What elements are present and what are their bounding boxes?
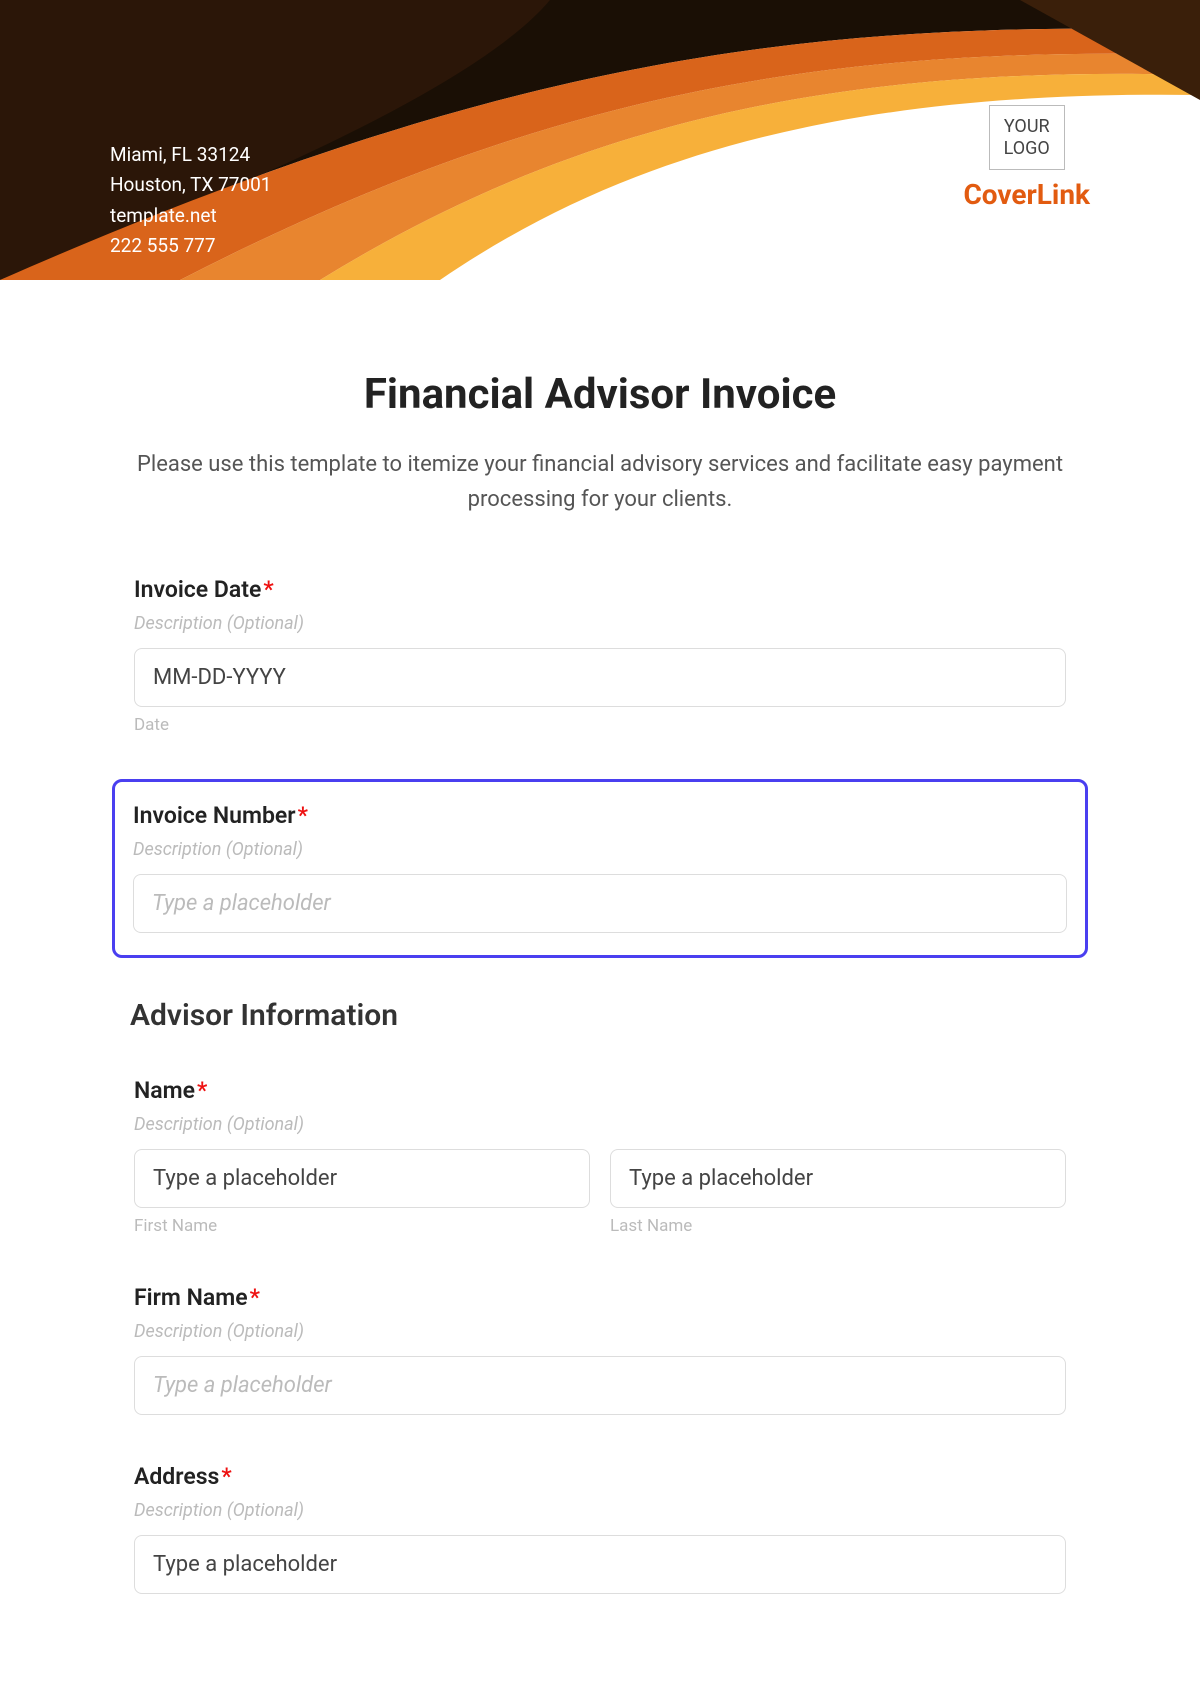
date-input[interactable]: MM-DD-YYYY [134,648,1066,707]
contact-info: Miami, FL 33124 Houston, TX 77001 templa… [110,140,271,262]
field-label: Firm Name* [134,1284,1066,1311]
field-description: Description (Optional) [133,839,1067,860]
text-input[interactable]: Type a placeholder [133,874,1067,933]
logo-text: YOUR [1004,116,1050,138]
field-name[interactable]: Name* Description (Optional) Type a plac… [130,1073,1070,1240]
last-name-input[interactable]: Type a placeholder [610,1149,1066,1208]
field-description: Description (Optional) [134,1500,1066,1521]
field-label: Address* [134,1463,1066,1490]
field-caption: Last Name [610,1216,1066,1236]
text-input[interactable]: Type a placeholder [134,1535,1066,1594]
field-invoice-date[interactable]: Invoice Date* Description (Optional) MM-… [130,572,1070,739]
label-text: Firm Name [134,1284,248,1311]
text-input[interactable]: Type a placeholder [134,1356,1066,1415]
label-text: Invoice Date [134,576,261,603]
field-invoice-number[interactable]: Invoice Number* Description (Optional) T… [112,779,1088,958]
label-text: Name [134,1077,195,1104]
required-asterisk: * [250,1284,260,1311]
contact-line: template.net [110,201,271,231]
corner-accent [1020,0,1200,100]
field-caption: Date [134,715,1066,735]
logo-block: YOUR LOGO CoverLink [963,105,1090,211]
logo-text: LOGO [1004,138,1050,160]
required-asterisk: * [197,1077,207,1104]
first-name-input[interactable]: Type a placeholder [134,1149,590,1208]
contact-line: Houston, TX 77001 [110,170,271,200]
required-asterisk: * [298,802,308,829]
field-label: Name* [134,1077,1066,1104]
field-description: Description (Optional) [134,1114,1066,1135]
logo-placeholder: YOUR LOGO [989,105,1065,170]
contact-line: 222 555 777 [110,231,271,261]
field-address[interactable]: Address* Description (Optional) Type a p… [130,1459,1070,1598]
brand-name: CoverLink [963,178,1090,211]
contact-line: Miami, FL 33124 [110,140,271,170]
letterhead-header: Miami, FL 33124 Houston, TX 77001 templa… [0,0,1200,280]
field-label: Invoice Number* [133,802,1067,829]
field-description: Description (Optional) [134,613,1066,634]
label-text: Address [134,1463,219,1490]
field-firm-name[interactable]: Firm Name* Description (Optional) Type a… [130,1280,1070,1419]
label-text: Invoice Number [133,802,296,829]
required-asterisk: * [263,576,273,603]
page-title: Financial Advisor Invoice [130,370,1070,419]
field-description: Description (Optional) [134,1321,1066,1342]
page-description: Please use this template to itemize your… [130,447,1070,517]
field-caption: First Name [134,1216,590,1236]
form-body: Financial Advisor Invoice Please use thi… [0,280,1200,1598]
section-heading-advisor-info: Advisor Information [130,998,1070,1033]
required-asterisk: * [221,1463,231,1490]
field-label: Invoice Date* [134,576,1066,603]
